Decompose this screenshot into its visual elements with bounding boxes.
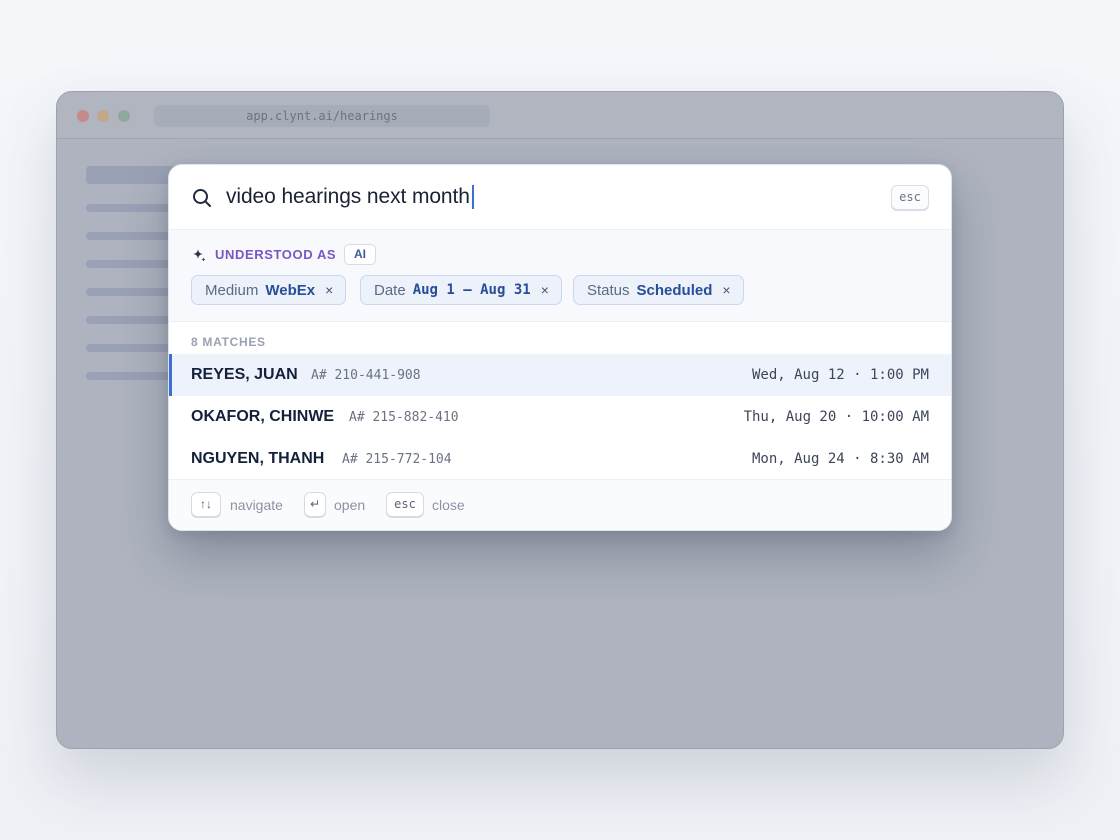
understood-as-panel: UNDERSTOOD AS AI Medium WebEx × Date Aug…	[169, 230, 951, 322]
maximize-window-dot[interactable]	[118, 110, 130, 122]
text-caret	[471, 185, 474, 209]
respondent-name: OKAFOR, CHINWE	[191, 408, 335, 425]
hearing-datetime: Wed, Aug 12 · 1:00 PM	[751, 367, 929, 383]
chip-value: Scheduled	[636, 281, 713, 299]
search-query-text: video hearings next month	[226, 185, 470, 208]
understood-as-label: UNDERSTOOD AS	[215, 247, 337, 262]
respondent-name: NGUYEN, THANH	[191, 450, 325, 467]
close-window-dot[interactable]	[77, 110, 89, 122]
keyboard-hints-footer: ↑↓ navigate ↵ open esc close	[169, 479, 951, 530]
url-bar[interactable]: app.clynt.ai/hearings	[154, 105, 490, 127]
a-number: A# 210-441-908	[311, 368, 421, 383]
navigate-hint: navigate	[230, 497, 283, 513]
remove-chip-icon[interactable]: ×	[722, 282, 730, 298]
a-number: A# 215-772-104	[342, 452, 452, 467]
esc-key: esc	[386, 492, 424, 517]
chip-value: WebEx	[265, 281, 316, 299]
chip-key: Status	[587, 281, 630, 299]
a-number: A# 215-882-410	[349, 410, 459, 425]
command-palette: video hearings next month esc UNDERSTOOD…	[168, 164, 952, 531]
result-row[interactable]: OKAFOR, CHINWE A# 215-882-410 Thu, Aug 2…	[169, 396, 951, 438]
chip-key: Date	[374, 281, 406, 299]
match-count: 8 MATCHES	[191, 335, 266, 349]
respondent-name: REYES, JUAN	[191, 366, 298, 383]
browser-titlebar: app.clynt.ai/hearings	[57, 92, 1063, 139]
search-icon	[193, 189, 211, 207]
esc-button[interactable]: esc	[891, 185, 929, 210]
result-row[interactable]: NGUYEN, THANH A# 215-772-104 Mon, Aug 24…	[169, 438, 951, 480]
navigate-key: ↑↓	[191, 492, 221, 517]
open-hint: open	[334, 497, 366, 513]
search-input[interactable]: video hearings next month	[226, 182, 474, 212]
search-row: video hearings next month esc	[169, 165, 951, 230]
filter-chip-status[interactable]: Status Scheduled ×	[573, 275, 744, 305]
enter-key: ↵	[304, 492, 326, 517]
ai-badge: AI	[344, 244, 376, 265]
chip-key: Medium	[205, 281, 259, 299]
minimize-window-dot[interactable]	[97, 110, 109, 122]
hearing-datetime: Mon, Aug 24 · 8:30 AM	[751, 451, 929, 467]
selection-indicator	[169, 354, 172, 396]
chip-value: Aug 1 – Aug 31	[412, 282, 531, 298]
remove-chip-icon[interactable]: ×	[325, 282, 333, 298]
result-row[interactable]: REYES, JUAN A# 210-441-908 Wed, Aug 12 ·…	[169, 354, 951, 396]
hearing-datetime: Thu, Aug 20 · 10:00 AM	[743, 409, 929, 425]
remove-chip-icon[interactable]: ×	[541, 282, 549, 298]
filter-chip-date[interactable]: Date Aug 1 – Aug 31 ×	[360, 275, 562, 305]
filter-chip-medium[interactable]: Medium WebEx ×	[191, 275, 347, 305]
close-hint: close	[432, 497, 465, 513]
sparkle-icon	[193, 249, 206, 262]
